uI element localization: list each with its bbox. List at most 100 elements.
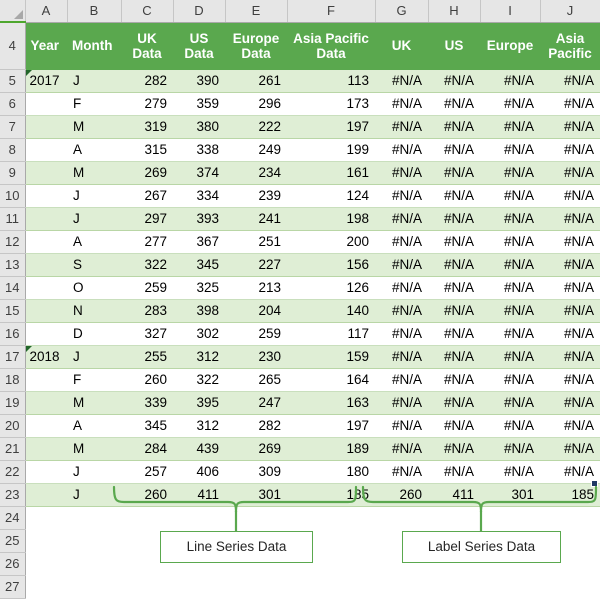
cell-month-5[interactable]: J [67, 69, 121, 93]
cell-month-8[interactable]: A [67, 138, 121, 162]
cell-asia-19[interactable]: #N/A [540, 391, 600, 415]
cell-month-13[interactable]: S [67, 253, 121, 277]
cell-uk-18[interactable]: #N/A [375, 368, 428, 392]
cell-asia-data-12[interactable]: 200 [287, 230, 375, 254]
cell-asia-data-13[interactable]: 156 [287, 253, 375, 277]
row-header-13[interactable]: 13 [0, 253, 26, 277]
cell-europe-data-9[interactable]: 234 [225, 161, 287, 185]
empty-cell[interactable] [25, 552, 67, 575]
cell-asia-7[interactable]: #N/A [540, 115, 600, 139]
cell-year-13[interactable] [25, 253, 67, 277]
cell-europe-9[interactable]: #N/A [480, 161, 540, 185]
cell-europe-data-17[interactable]: 230 [225, 345, 287, 369]
cell-europe-8[interactable]: #N/A [480, 138, 540, 162]
cell-uk-data-22[interactable]: 257 [121, 460, 173, 484]
cell-us-14[interactable]: #N/A [428, 276, 480, 300]
cell-uk-data-19[interactable]: 339 [121, 391, 173, 415]
cell-uk-data-6[interactable]: 279 [121, 92, 173, 116]
cell-month-10[interactable]: J [67, 184, 121, 208]
cell-year-12[interactable] [25, 230, 67, 254]
cell-asia-data-17[interactable]: 159 [287, 345, 375, 369]
cell-us-data-19[interactable]: 395 [173, 391, 225, 415]
cell-uk-data-23[interactable]: 260 [121, 483, 173, 507]
cell-us-16[interactable]: #N/A [428, 322, 480, 346]
cell-us-8[interactable]: #N/A [428, 138, 480, 162]
empty-cell[interactable] [121, 506, 173, 529]
cell-asia-data-8[interactable]: 199 [287, 138, 375, 162]
empty-cell[interactable] [428, 575, 480, 598]
cell-uk-data-17[interactable]: 255 [121, 345, 173, 369]
cell-asia-data-21[interactable]: 189 [287, 437, 375, 461]
cell-europe-data-21[interactable]: 269 [225, 437, 287, 461]
fill-handle[interactable] [591, 480, 598, 487]
cell-europe-data-20[interactable]: 282 [225, 414, 287, 438]
column-header-a[interactable]: A [25, 0, 68, 23]
cell-europe-16[interactable]: #N/A [480, 322, 540, 346]
row-header-9[interactable]: 9 [0, 161, 26, 185]
cell-uk-data-5[interactable]: 282 [121, 69, 173, 93]
cell-us-20[interactable]: #N/A [428, 414, 480, 438]
row-header-12[interactable]: 12 [0, 230, 26, 254]
cell-us-data-5[interactable]: 390 [173, 69, 225, 93]
cell-us-19[interactable]: #N/A [428, 391, 480, 415]
cell-asia-data-18[interactable]: 164 [287, 368, 375, 392]
cell-uk-5[interactable]: #N/A [375, 69, 428, 93]
column-header-h[interactable]: H [428, 0, 481, 23]
cell-year-5[interactable]: 2017 [25, 69, 67, 93]
cell-europe-14[interactable]: #N/A [480, 276, 540, 300]
cell-europe-data-8[interactable]: 249 [225, 138, 287, 162]
empty-cell[interactable] [25, 575, 67, 598]
row-header-10[interactable]: 10 [0, 184, 26, 208]
cell-uk-data-14[interactable]: 259 [121, 276, 173, 300]
empty-cell[interactable] [67, 506, 121, 529]
cell-europe-18[interactable]: #N/A [480, 368, 540, 392]
cell-asia-18[interactable]: #N/A [540, 368, 600, 392]
cell-asia-data-10[interactable]: 124 [287, 184, 375, 208]
empty-cell[interactable] [173, 575, 225, 598]
empty-cell[interactable] [480, 575, 540, 598]
cell-us-23[interactable]: 411 [428, 483, 480, 507]
cell-uk-data-7[interactable]: 319 [121, 115, 173, 139]
cell-asia-data-7[interactable]: 197 [287, 115, 375, 139]
cell-us-12[interactable]: #N/A [428, 230, 480, 254]
cell-us-data-23[interactable]: 411 [173, 483, 225, 507]
cell-europe-15[interactable]: #N/A [480, 299, 540, 323]
row-header-25[interactable]: 25 [0, 529, 26, 553]
cell-europe-data-19[interactable]: 247 [225, 391, 287, 415]
cell-uk-19[interactable]: #N/A [375, 391, 428, 415]
cell-uk-data-9[interactable]: 269 [121, 161, 173, 185]
cell-us-data-10[interactable]: 334 [173, 184, 225, 208]
cell-asia-21[interactable]: #N/A [540, 437, 600, 461]
cell-uk-data-11[interactable]: 297 [121, 207, 173, 231]
select-all-corner[interactable] [0, 0, 26, 23]
cell-uk-16[interactable]: #N/A [375, 322, 428, 346]
row-header-21[interactable]: 21 [0, 437, 26, 461]
cell-uk-data-13[interactable]: 322 [121, 253, 173, 277]
cell-europe-7[interactable]: #N/A [480, 115, 540, 139]
cell-asia-data-20[interactable]: 197 [287, 414, 375, 438]
cell-europe-5[interactable]: #N/A [480, 69, 540, 93]
cell-us-10[interactable]: #N/A [428, 184, 480, 208]
cell-asia-data-14[interactable]: 126 [287, 276, 375, 300]
row-header-8[interactable]: 8 [0, 138, 26, 162]
cell-uk-data-8[interactable]: 315 [121, 138, 173, 162]
cell-europe-data-10[interactable]: 239 [225, 184, 287, 208]
cell-year-17[interactable]: 2018 [25, 345, 67, 369]
cell-year-10[interactable] [25, 184, 67, 208]
row-header-14[interactable]: 14 [0, 276, 26, 300]
empty-cell[interactable] [540, 575, 600, 598]
row-header-4[interactable]: 4 [0, 21, 26, 70]
empty-cell[interactable] [67, 552, 121, 575]
empty-cell[interactable] [173, 506, 225, 529]
empty-cell[interactable] [480, 506, 540, 529]
row-header-20[interactable]: 20 [0, 414, 26, 438]
empty-cell[interactable] [287, 575, 375, 598]
cell-europe-data-14[interactable]: 213 [225, 276, 287, 300]
cell-asia-17[interactable]: #N/A [540, 345, 600, 369]
cell-asia-14[interactable]: #N/A [540, 276, 600, 300]
cell-us-data-9[interactable]: 374 [173, 161, 225, 185]
cell-uk-11[interactable]: #N/A [375, 207, 428, 231]
cell-asia-data-16[interactable]: 117 [287, 322, 375, 346]
cell-us-15[interactable]: #N/A [428, 299, 480, 323]
cell-us-data-16[interactable]: 302 [173, 322, 225, 346]
